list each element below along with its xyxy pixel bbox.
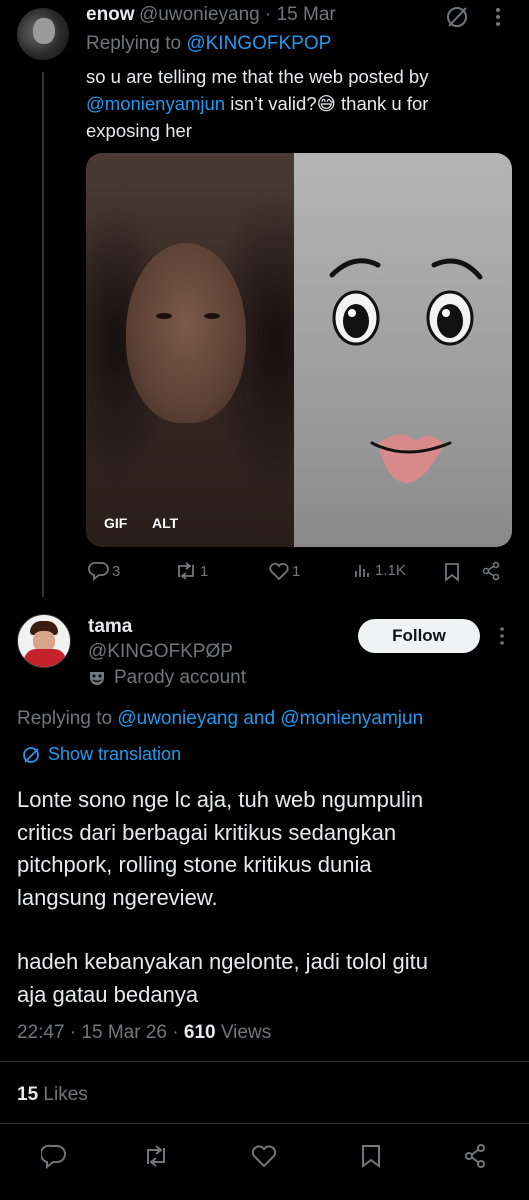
replying-prefix: Replying to	[17, 708, 118, 729]
handle-date[interactable]: @uwonieyang · 15 Mar	[139, 4, 336, 25]
text-line: Lonte sono nge lc aja, tuh web ngumpulin	[17, 787, 424, 812]
likes-stat[interactable]: 15 Likes	[17, 1084, 88, 1106]
more-icon[interactable]	[494, 6, 502, 28]
replying-to: Replying to @KINGOFKPOP	[86, 33, 331, 55]
reply-header: enow @uwonieyang · 15 Mar	[86, 4, 336, 26]
reply-icon	[88, 561, 110, 581]
author-name[interactable]: tama	[88, 616, 132, 638]
media-eye-left	[156, 313, 172, 319]
retweet-button[interactable]: 1	[174, 561, 208, 581]
reply-line-2-rest: isn’t valid?😅 thank u for	[225, 93, 429, 114]
likes-label: Likes	[38, 1084, 88, 1105]
parody-label: Parody account	[88, 667, 246, 689]
reply-line-3: exposing her	[86, 120, 192, 141]
tweet-text: Lonte sono nge lc aja, tuh web ngumpulin…	[17, 784, 517, 1011]
views-button[interactable]: 1.1K	[354, 561, 406, 579]
alt-badge[interactable]: ALT	[152, 515, 178, 531]
reply-line-2: @monienyamjun isn’t valid?😅 thank u for	[86, 90, 516, 117]
reply-button[interactable]: 3	[88, 561, 120, 581]
reply-icon[interactable]	[41, 1143, 67, 1169]
author-name[interactable]: enow	[86, 4, 135, 25]
divider	[0, 1123, 529, 1124]
retweet-count: 1	[200, 562, 209, 580]
share-icon[interactable]	[481, 561, 501, 581]
views-label: Views	[215, 1022, 272, 1043]
views-count: 1.1K	[375, 561, 406, 579]
verified-slash-icon[interactable]	[444, 4, 470, 30]
retweet-icon[interactable]	[142, 1143, 170, 1169]
more-icon[interactable]	[499, 626, 505, 646]
text-line: langsung ngereview.	[17, 884, 218, 910]
follow-button[interactable]: Follow	[358, 619, 480, 653]
like-icon	[268, 561, 290, 581]
media-cartoon-face	[294, 153, 512, 547]
media-eye-right	[204, 313, 220, 319]
avatar-tama[interactable]	[17, 614, 71, 668]
reply-line-1: so u are telling me that the web posted …	[86, 66, 429, 87]
avatar-enow[interactable]	[17, 8, 69, 60]
like-icon[interactable]	[250, 1143, 278, 1169]
thread-line	[42, 72, 44, 597]
timestamp[interactable]: 22:47 · 15 Mar 26 ·	[17, 1022, 184, 1043]
replying-to-link[interactable]: @KINGOFKPOP	[186, 33, 331, 54]
avatar-face	[33, 18, 55, 44]
retweet-icon	[174, 561, 198, 581]
bookmark-icon[interactable]	[360, 1143, 382, 1169]
replying-to-link-1[interactable]: @uwonieyang	[117, 708, 238, 729]
bookmark-icon[interactable]	[444, 562, 460, 582]
media-face	[126, 243, 246, 423]
replying-to: Replying to @uwonieyang and @monienyamju…	[17, 708, 423, 730]
text-line: aja gatau bedanya	[17, 981, 199, 1007]
replying-and: and	[238, 708, 281, 729]
reply-count: 3	[112, 562, 121, 580]
show-translation-button[interactable]: Show translation	[22, 744, 181, 765]
views-count: 610	[183, 1022, 216, 1043]
likes-count: 15	[17, 1084, 39, 1105]
text-line: hadeh kebanyakan ngelonte, jadi tolol gi…	[17, 949, 428, 974]
translate-icon	[22, 746, 40, 764]
divider	[0, 1061, 529, 1062]
tweet-meta: 22:47 · 15 Mar 26 · 610 Views	[17, 1022, 271, 1044]
text-line: pitchpork, rolling stone kritikus dunia	[17, 852, 372, 877]
text-line: critics dari berbagai kritikus sedangkan	[17, 819, 397, 845]
replying-to-link-2[interactable]: @monienyamjun	[280, 708, 423, 729]
media-gif[interactable]: GIF ALT	[86, 153, 512, 547]
replying-prefix: Replying to	[86, 33, 187, 54]
like-count: 1	[292, 562, 301, 580]
views-icon	[354, 561, 372, 579]
parody-text: Parody account	[114, 667, 247, 688]
reply-text: so u are telling me that the web posted …	[86, 63, 516, 144]
like-button[interactable]: 1	[268, 561, 300, 581]
avatar-shirt	[24, 649, 66, 667]
avatar-face	[33, 631, 55, 651]
mention-link[interactable]: @monienyamjun	[86, 93, 225, 114]
author-handle[interactable]: @KINGOFKPØP	[88, 641, 233, 663]
gif-badge: GIF	[104, 515, 128, 531]
show-translation-label: Show translation	[48, 744, 182, 764]
parody-mask-icon	[88, 669, 106, 687]
share-icon[interactable]	[462, 1143, 488, 1169]
